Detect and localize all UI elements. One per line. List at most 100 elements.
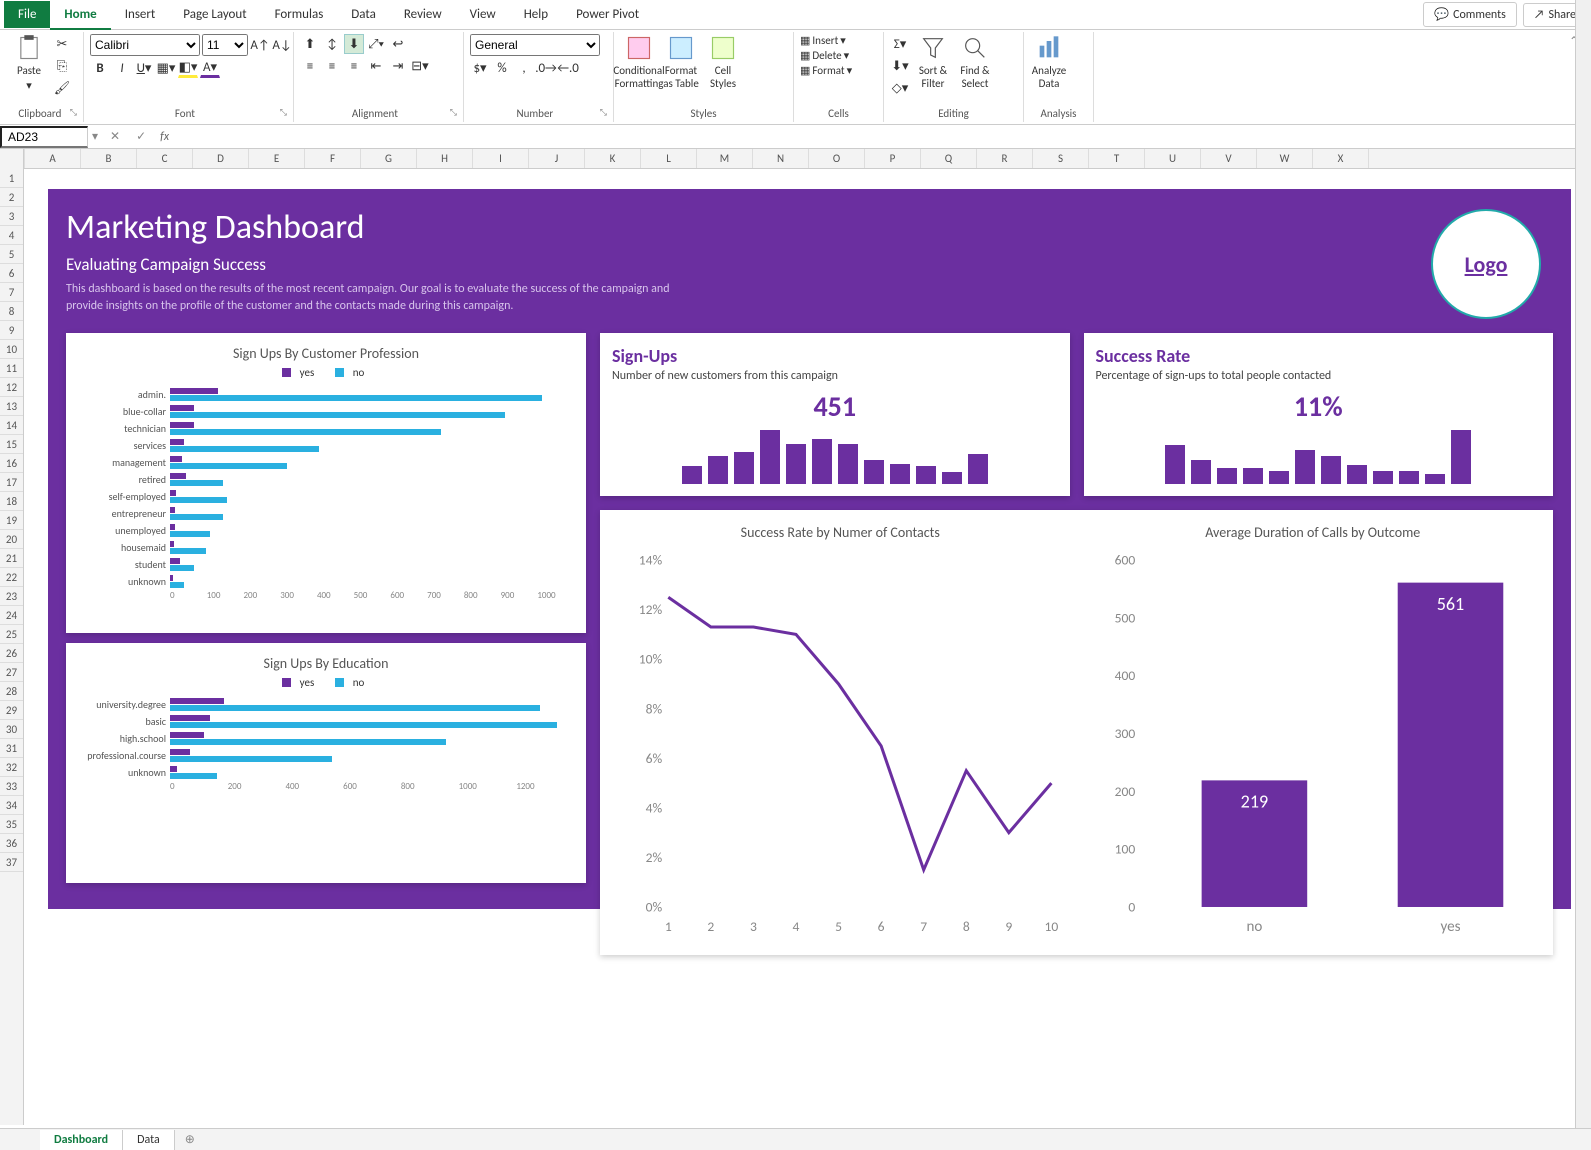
delete-cells-button[interactable]: ▦ Delete ▾ xyxy=(800,49,849,62)
percent-icon[interactable]: % xyxy=(492,58,512,78)
col-header[interactable]: X xyxy=(1313,149,1369,168)
insert-cells-button[interactable]: ▦ Insert ▾ xyxy=(800,34,846,47)
indent-dec-icon[interactable]: ⇤ xyxy=(366,56,386,76)
row-header[interactable]: 7 xyxy=(0,283,23,302)
row-header[interactable]: 18 xyxy=(0,492,23,511)
find-select-button[interactable]: Find & Select xyxy=(956,34,994,90)
col-header[interactable]: J xyxy=(529,149,585,168)
sort-filter-button[interactable]: Sort & Filter xyxy=(914,34,952,90)
increase-font-icon[interactable]: A↑ xyxy=(250,35,270,55)
comments-button[interactable]: 💬Comments xyxy=(1423,2,1517,27)
col-header[interactable]: P xyxy=(865,149,921,168)
col-header[interactable]: M xyxy=(697,149,753,168)
vertical-scrollbar[interactable] xyxy=(1575,0,1591,1150)
row-header[interactable]: 20 xyxy=(0,530,23,549)
row-header[interactable]: 19 xyxy=(0,511,23,530)
orientation-icon[interactable]: ⤢▾ xyxy=(366,34,386,54)
row-header[interactable]: 5 xyxy=(0,245,23,264)
autosum-icon[interactable]: Σ▾ xyxy=(890,34,910,54)
ribbon-tab-insert[interactable]: Insert xyxy=(111,1,170,28)
merge-icon[interactable]: ⊟▾ xyxy=(410,56,430,76)
format-table-button[interactable]: Format as Table xyxy=(662,34,700,90)
row-header[interactable]: 16 xyxy=(0,454,23,473)
name-box-dropdown-icon[interactable]: ▾ xyxy=(88,129,102,144)
row-header[interactable]: 6 xyxy=(0,264,23,283)
row-header[interactable]: 27 xyxy=(0,663,23,682)
decrease-font-icon[interactable]: A↓ xyxy=(272,35,292,55)
fill-color-button[interactable]: ◧▾ xyxy=(178,58,198,78)
ribbon-tab-data[interactable]: Data xyxy=(337,1,390,28)
format-painter-icon[interactable]: 🖌 xyxy=(52,78,72,98)
row-header[interactable]: 4 xyxy=(0,226,23,245)
font-size-select[interactable]: 11 xyxy=(202,34,248,56)
col-header[interactable]: C xyxy=(137,149,193,168)
row-header[interactable]: 11 xyxy=(0,359,23,378)
row-header[interactable]: 21 xyxy=(0,549,23,568)
ribbon-tab-formulas[interactable]: Formulas xyxy=(261,1,338,28)
worksheet-grid[interactable]: Marketing Dashboard Evaluating Campaign … xyxy=(24,169,1591,1125)
row-header[interactable]: 26 xyxy=(0,644,23,663)
conditional-formatting-button[interactable]: Conditional Formatting xyxy=(620,34,658,90)
align-top-icon[interactable]: ⬆ xyxy=(300,34,320,54)
col-header[interactable]: L xyxy=(641,149,697,168)
row-header[interactable]: 14 xyxy=(0,416,23,435)
ribbon-tab-home[interactable]: Home xyxy=(50,1,110,30)
font-select[interactable]: Calibri xyxy=(90,34,200,56)
ribbon-tab-help[interactable]: Help xyxy=(510,1,562,28)
col-header[interactable]: W xyxy=(1257,149,1313,168)
row-header[interactable]: 33 xyxy=(0,777,23,796)
row-header[interactable]: 37 xyxy=(0,853,23,872)
ribbon-tab-view[interactable]: View xyxy=(456,1,510,28)
fill-icon[interactable]: ⬇▾ xyxy=(890,56,910,76)
cut-icon[interactable]: ✂ xyxy=(52,34,72,54)
indent-inc-icon[interactable]: ⇥ xyxy=(388,56,408,76)
format-cells-button[interactable]: ▦ Format ▾ xyxy=(800,64,852,77)
row-header[interactable]: 2 xyxy=(0,188,23,207)
formula-input[interactable] xyxy=(175,127,1591,146)
copy-icon[interactable]: ⎘ xyxy=(52,56,72,76)
clear-icon[interactable]: ◇▾ xyxy=(890,78,910,98)
col-header[interactable]: A xyxy=(25,149,81,168)
underline-button[interactable]: U▾ xyxy=(134,58,154,78)
wrap-text-icon[interactable]: ↩ xyxy=(388,34,408,54)
col-header[interactable]: U xyxy=(1145,149,1201,168)
row-header[interactable]: 29 xyxy=(0,701,23,720)
row-headers[interactable]: 1234567891011121314151617181920212223242… xyxy=(0,149,24,1125)
col-header[interactable]: T xyxy=(1089,149,1145,168)
file-tab[interactable]: File xyxy=(4,1,50,28)
col-header[interactable]: G xyxy=(361,149,417,168)
row-header[interactable]: 24 xyxy=(0,606,23,625)
row-header[interactable]: 3 xyxy=(0,207,23,226)
border-button[interactable]: ▦▾ xyxy=(156,58,176,78)
decrease-decimal-icon[interactable]: ←.0 xyxy=(558,58,578,78)
row-header[interactable]: 22 xyxy=(0,568,23,587)
cell-styles-button[interactable]: Cell Styles xyxy=(704,34,742,90)
ribbon-tab-page-layout[interactable]: Page Layout xyxy=(169,1,260,28)
sheet-tab-data[interactable]: Data xyxy=(123,1130,175,1150)
col-header[interactable]: K xyxy=(585,149,641,168)
add-sheet-button[interactable]: ⊕ xyxy=(175,1132,205,1147)
sheet-tab-dashboard[interactable]: Dashboard xyxy=(40,1130,123,1150)
row-header[interactable]: 9 xyxy=(0,321,23,340)
bold-button[interactable]: B xyxy=(90,58,110,78)
row-header[interactable]: 23 xyxy=(0,587,23,606)
col-header[interactable]: D xyxy=(193,149,249,168)
row-header[interactable]: 35 xyxy=(0,815,23,834)
cancel-formula-icon[interactable]: ✕ xyxy=(102,129,128,144)
col-header[interactable]: Q xyxy=(921,149,977,168)
row-header[interactable]: 15 xyxy=(0,435,23,454)
row-header[interactable]: 1 xyxy=(0,169,23,188)
align-bottom-icon[interactable]: ⬇ xyxy=(344,34,364,54)
currency-icon[interactable]: $▾ xyxy=(470,58,490,78)
row-header[interactable]: 32 xyxy=(0,758,23,777)
col-header[interactable]: R xyxy=(977,149,1033,168)
row-header[interactable]: 28 xyxy=(0,682,23,701)
col-header[interactable]: F xyxy=(305,149,361,168)
ribbon-tab-review[interactable]: Review xyxy=(390,1,456,28)
col-header[interactable]: H xyxy=(417,149,473,168)
col-header[interactable]: S xyxy=(1033,149,1089,168)
col-header[interactable]: O xyxy=(809,149,865,168)
row-header[interactable]: 17 xyxy=(0,473,23,492)
row-header[interactable]: 12 xyxy=(0,378,23,397)
row-header[interactable]: 31 xyxy=(0,739,23,758)
